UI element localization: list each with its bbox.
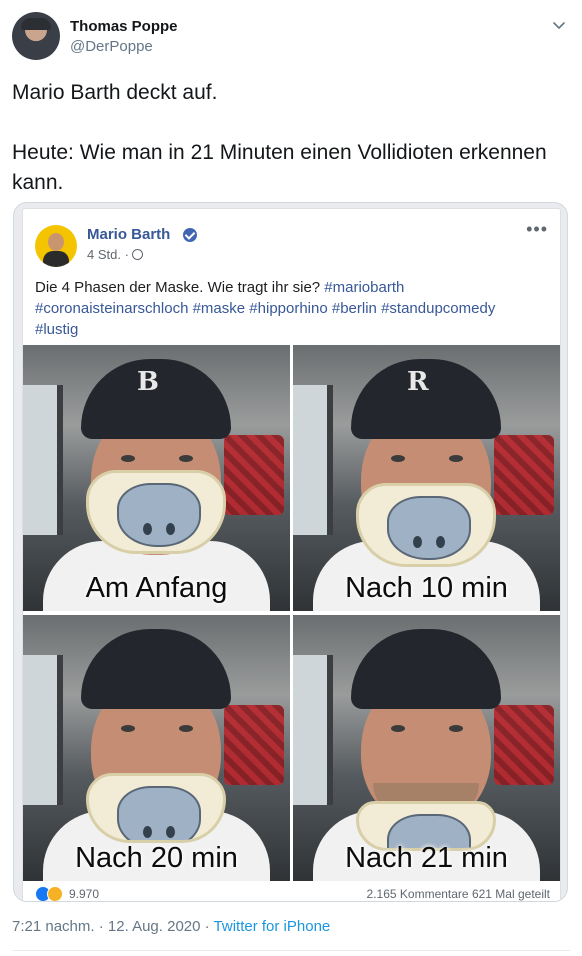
panel-caption: Am Anfang — [85, 572, 228, 604]
face-mask — [86, 773, 226, 843]
photo-panel[interactable]: Nach 21 min — [293, 615, 560, 881]
panel-caption: Nach 20 min — [75, 842, 238, 874]
hashtag[interactable]: #coronaisteinarschloch — [35, 300, 188, 317]
hashtag[interactable]: #standupcomedy — [381, 300, 495, 317]
eye — [121, 725, 135, 732]
face-mask — [86, 470, 226, 554]
post-footer: 9.970 2.165 Kommentare 621 Mal geteilt — [35, 886, 550, 901]
hashtag[interactable]: #hipporhino — [249, 300, 327, 317]
photo-grid[interactable]: B Am Anfang R Nach 10 min Nach 20 min Na… — [23, 345, 560, 881]
eye — [449, 455, 463, 462]
embedded-image[interactable]: Mario Barth 4 Std. · ••• Die 4 Phasen de… — [13, 202, 568, 902]
tweet-time[interactable]: 7:21 nachm. · 12. Aug. 2020 · — [12, 918, 214, 935]
reaction-count[interactable]: 9.970 — [69, 887, 99, 901]
photo-panel[interactable]: B Am Anfang — [23, 345, 290, 611]
face-mask — [356, 483, 496, 567]
eye — [179, 725, 193, 732]
car-window — [23, 385, 63, 535]
tweet-timestamp: 7:21 nachm. · 12. Aug. 2020 · Twitter fo… — [12, 918, 330, 935]
chevron-down-icon[interactable] — [550, 16, 568, 34]
more-dots-icon[interactable]: ••• — [526, 219, 548, 240]
car-seat — [494, 705, 554, 785]
hippo-print — [117, 483, 201, 547]
hashtag[interactable]: #lustig — [35, 321, 78, 338]
post-time: 4 Std. · — [87, 247, 129, 262]
post-stats[interactable]: 2.165 Kommentare 621 Mal geteilt — [367, 887, 550, 901]
hashtag[interactable]: #maske — [193, 300, 246, 317]
car-window — [293, 655, 333, 805]
haha-reaction-icon — [47, 886, 63, 901]
eye — [391, 725, 405, 732]
eye — [121, 455, 135, 462]
cap-logo: R — [407, 367, 429, 397]
car-seat — [494, 435, 554, 515]
page-name[interactable]: Mario Barth — [87, 226, 170, 243]
globe-icon — [131, 249, 143, 260]
post-meta: 4 Std. · — [87, 247, 143, 262]
photo-panel[interactable]: Nach 20 min — [23, 615, 290, 881]
page-avatar[interactable] — [35, 225, 77, 267]
hashtag[interactable]: #mariobarth — [324, 279, 404, 296]
verified-badge-icon — [183, 228, 197, 242]
facebook-post-card: Mario Barth 4 Std. · ••• Die 4 Phasen de… — [22, 208, 561, 901]
car-window — [23, 655, 63, 805]
car-seat — [224, 435, 284, 515]
author-handle[interactable]: @DerPoppe — [70, 38, 153, 55]
post-text: Die 4 Phasen der Maske. Wie tragt ihr si… — [35, 277, 550, 340]
tweet-source[interactable]: Twitter for iPhone — [214, 918, 331, 935]
photo-panel[interactable]: R Nach 10 min — [293, 345, 560, 611]
tweet-text: Mario Barth deckt auf. Heute: Wie man in… — [12, 81, 547, 194]
hippo-print — [117, 786, 201, 840]
tweet-header: Thomas Poppe @DerPoppe — [12, 12, 570, 62]
eye — [449, 725, 463, 732]
divider — [12, 950, 570, 951]
panel-caption: Nach 21 min — [345, 842, 508, 874]
car-window — [293, 385, 333, 535]
author-name[interactable]: Thomas Poppe — [70, 18, 178, 35]
post-text-plain: Die 4 Phasen der Maske. Wie tragt ihr si… — [35, 279, 325, 296]
eye — [391, 455, 405, 462]
panel-caption: Nach 10 min — [345, 572, 508, 604]
car-seat — [224, 705, 284, 785]
author-avatar[interactable] — [12, 12, 60, 60]
hippo-print — [387, 496, 471, 560]
cap-logo: B — [137, 367, 159, 397]
eye — [179, 455, 193, 462]
hashtag[interactable]: #berlin — [332, 300, 377, 317]
